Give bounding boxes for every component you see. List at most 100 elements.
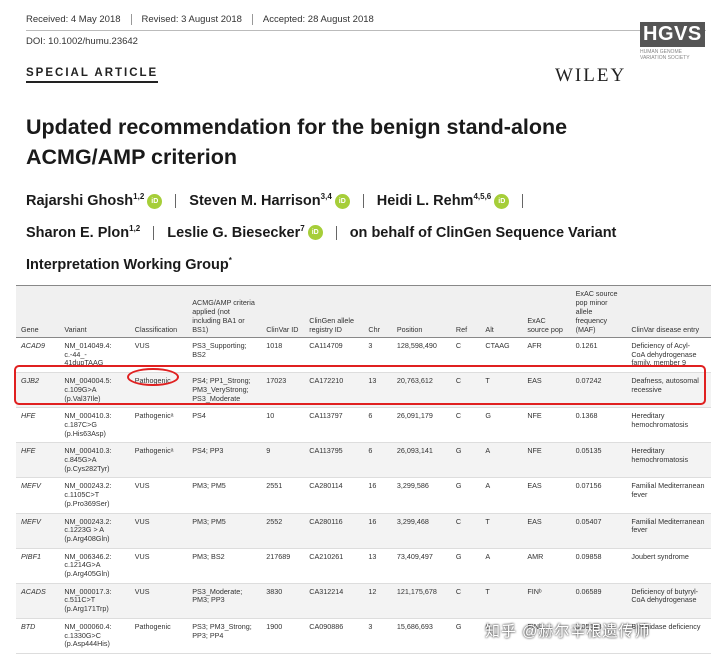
cell-maf: 0.06589: [570, 583, 627, 619]
author-name[interactable]: Steven M. Harrison: [189, 193, 320, 209]
cell-ref: C: [450, 583, 481, 619]
cell-chr: 6: [363, 407, 392, 444]
cell-disease: Deficiency of butyryl- CoA dehydrogenase: [626, 583, 711, 619]
cell-line: (p.Arg171Trp): [64, 604, 109, 614]
orcid-icon[interactable]: iD: [494, 193, 510, 209]
cell-line: CoA dehydrogenase: [631, 595, 697, 605]
cell-pos: 3,299,468: [391, 513, 451, 549]
cell-criteria: PS4: [187, 407, 262, 444]
author-name[interactable]: Leslie G. Biesecker: [167, 225, 300, 241]
doi-link[interactable]: DOI: 10.1002/humu.23642: [26, 36, 138, 47]
cell-maf: 0.05407: [570, 513, 627, 549]
author-line-1: Rajarshi Ghosh1,2 iD Steven M. Harrison3,4…: [26, 183, 686, 215]
hgvs-logo-tagline: HUMAN GENOME VARIATION SOCIETY: [640, 49, 712, 61]
author-affiliation: 4,5,6: [473, 192, 492, 201]
cell-allele: CA113795: [304, 442, 364, 479]
divider: [153, 225, 155, 240]
table-row: HFE NM_000410.3: c.845G>A (p.Cys282Tyr) Path…: [16, 442, 711, 479]
table-header-row: Gene Variant Classification ACMG/AMP criter…: [16, 285, 711, 338]
cell-variant: NM_006346.2: c.1214G>A (p.Arg405Gln): [59, 548, 130, 584]
cell-pos: 73,409,497: [391, 548, 451, 584]
author-affiliation: 1,2: [129, 223, 141, 233]
cell-variant: NM_000243.2: c.1223G > A (p.Arg408Gln): [59, 513, 130, 549]
cell-classification: Pathogenicᵃ: [129, 442, 188, 479]
author-name[interactable]: Sharon E. Plon: [26, 225, 129, 241]
cell-alt: T: [480, 583, 523, 619]
cell-ref: G: [450, 477, 481, 514]
author-name[interactable]: Heidi L. Rehm: [377, 193, 474, 209]
column-header: Classification: [129, 285, 188, 338]
table-row: ACADS NM_000017.3: c.511C>T (p.Arg171Trp) VU…: [16, 583, 711, 619]
cell-gene: ACADS: [16, 583, 60, 619]
cell-maf: 0.07156: [570, 477, 627, 514]
cell-variant: NM_000410.3: c.845G>A (p.Cys282Tyr): [59, 442, 130, 479]
cell-line: (p.Arg408Gln): [64, 533, 110, 543]
cell-line: (p.His63Asp): [64, 428, 106, 438]
column-header: ExAC source pop: [522, 285, 571, 338]
column-header: Variant: [59, 285, 130, 338]
orcid-icon[interactable]: iD: [147, 193, 163, 209]
cell-chr: 6: [363, 442, 392, 479]
divider: [130, 14, 132, 25]
cell-line: (p.Arg405Gln): [64, 569, 110, 579]
author-list: Rajarshi Ghosh1,2 iD Steven M. Harrison3,4…: [26, 183, 686, 278]
cell-clinvar: 217689: [261, 548, 305, 584]
cell-chr: 13: [363, 548, 392, 584]
column-header: Gene: [16, 285, 60, 338]
column-header: ACMG/AMP criteria applied (not including…: [187, 285, 262, 338]
cell-disease: Hereditary hemochromatosis: [626, 442, 711, 479]
hgvs-logo-line2: VARIATION SOCIETY: [640, 55, 690, 61]
cell-line: PM3; BS2: [192, 551, 225, 561]
cell-criteria: PS3_Moderate; PM3; PP3: [187, 583, 262, 619]
cell-ref: G: [450, 618, 481, 654]
cell-pop: FINᵇ: [522, 583, 571, 619]
column-header: ClinGen allele registry ID: [304, 285, 364, 338]
cell-gene: HFE: [16, 407, 60, 444]
cell-alt: A: [480, 442, 523, 479]
cell-clinvar: 3830: [261, 583, 305, 619]
orcid-icon[interactable]: iD: [334, 193, 350, 209]
cell-line: BS2: [192, 349, 206, 359]
cell-allele: CA280116: [304, 513, 364, 549]
cell-allele: CA210261: [304, 548, 364, 584]
divider: [362, 194, 364, 208]
cell-pop: EAS: [522, 477, 571, 514]
cell-pos: 3,299,586: [391, 477, 451, 514]
cell-pop: EAS: [522, 513, 571, 549]
cell-gene: HFE: [16, 442, 60, 479]
cell-line: (p.Cys282Tyr): [64, 463, 110, 473]
cell-pos: 26,091,179: [391, 407, 451, 444]
article-type-label: SPECIAL ARTICLE: [26, 67, 159, 83]
orcid-icon[interactable]: iD: [307, 225, 323, 241]
column-header: Alt: [480, 285, 523, 338]
title-line-2: ACMG/AMP criterion: [26, 145, 238, 169]
cell-chr: 12: [363, 583, 392, 619]
cell-variant: NM_000060.4: c.1330G>C (p.Asp444His): [59, 618, 130, 654]
cell-disease: Joubert syndrome: [626, 548, 711, 584]
hgvs-logo: HGVS HUMAN GENOME VARIATION SOCIETY: [640, 22, 712, 84]
cell-maf: 0.09858: [570, 548, 627, 584]
cell-criteria: PS3; PM3_Strong; PP3; PP4: [187, 618, 262, 654]
author-name[interactable]: Rajarshi Ghosh: [26, 193, 133, 209]
cell-clinvar: 2551: [261, 477, 305, 514]
cell-variant: NM_000410.3: c.187C>G (p.His63Asp): [59, 407, 130, 444]
cell-line: PM3; PP3: [192, 595, 225, 605]
cell-alt: A: [480, 548, 523, 584]
cell-criteria: PM3; PM5: [187, 477, 262, 514]
cell-classification: Pathogenicᵃ: [129, 407, 188, 444]
cell-clinvar: 10: [261, 407, 305, 444]
cell-allele: CA113797: [304, 407, 364, 444]
cell-classification: VUS: [129, 583, 188, 619]
column-header: ClinVar disease entry: [626, 285, 711, 338]
watermark-text: 知乎 @赫尔辛根遗传师: [485, 623, 651, 640]
cell-line: fever: [631, 490, 648, 500]
cell-allele: CA090886: [304, 618, 364, 654]
cell-ref: G: [450, 442, 481, 479]
cell-variant: NM_000243.2: c.1105C>T (p.Pro369Ser): [59, 477, 130, 514]
divider: [522, 194, 524, 208]
title-line-1: Updated recommendation for the benign st…: [26, 115, 568, 139]
cell-disease: Hereditary hemochromatosis: [626, 407, 711, 444]
divider: [251, 14, 253, 25]
consortium-line-2: Interpretation Working Group: [26, 256, 229, 273]
cell-pop: AMR: [522, 548, 571, 584]
